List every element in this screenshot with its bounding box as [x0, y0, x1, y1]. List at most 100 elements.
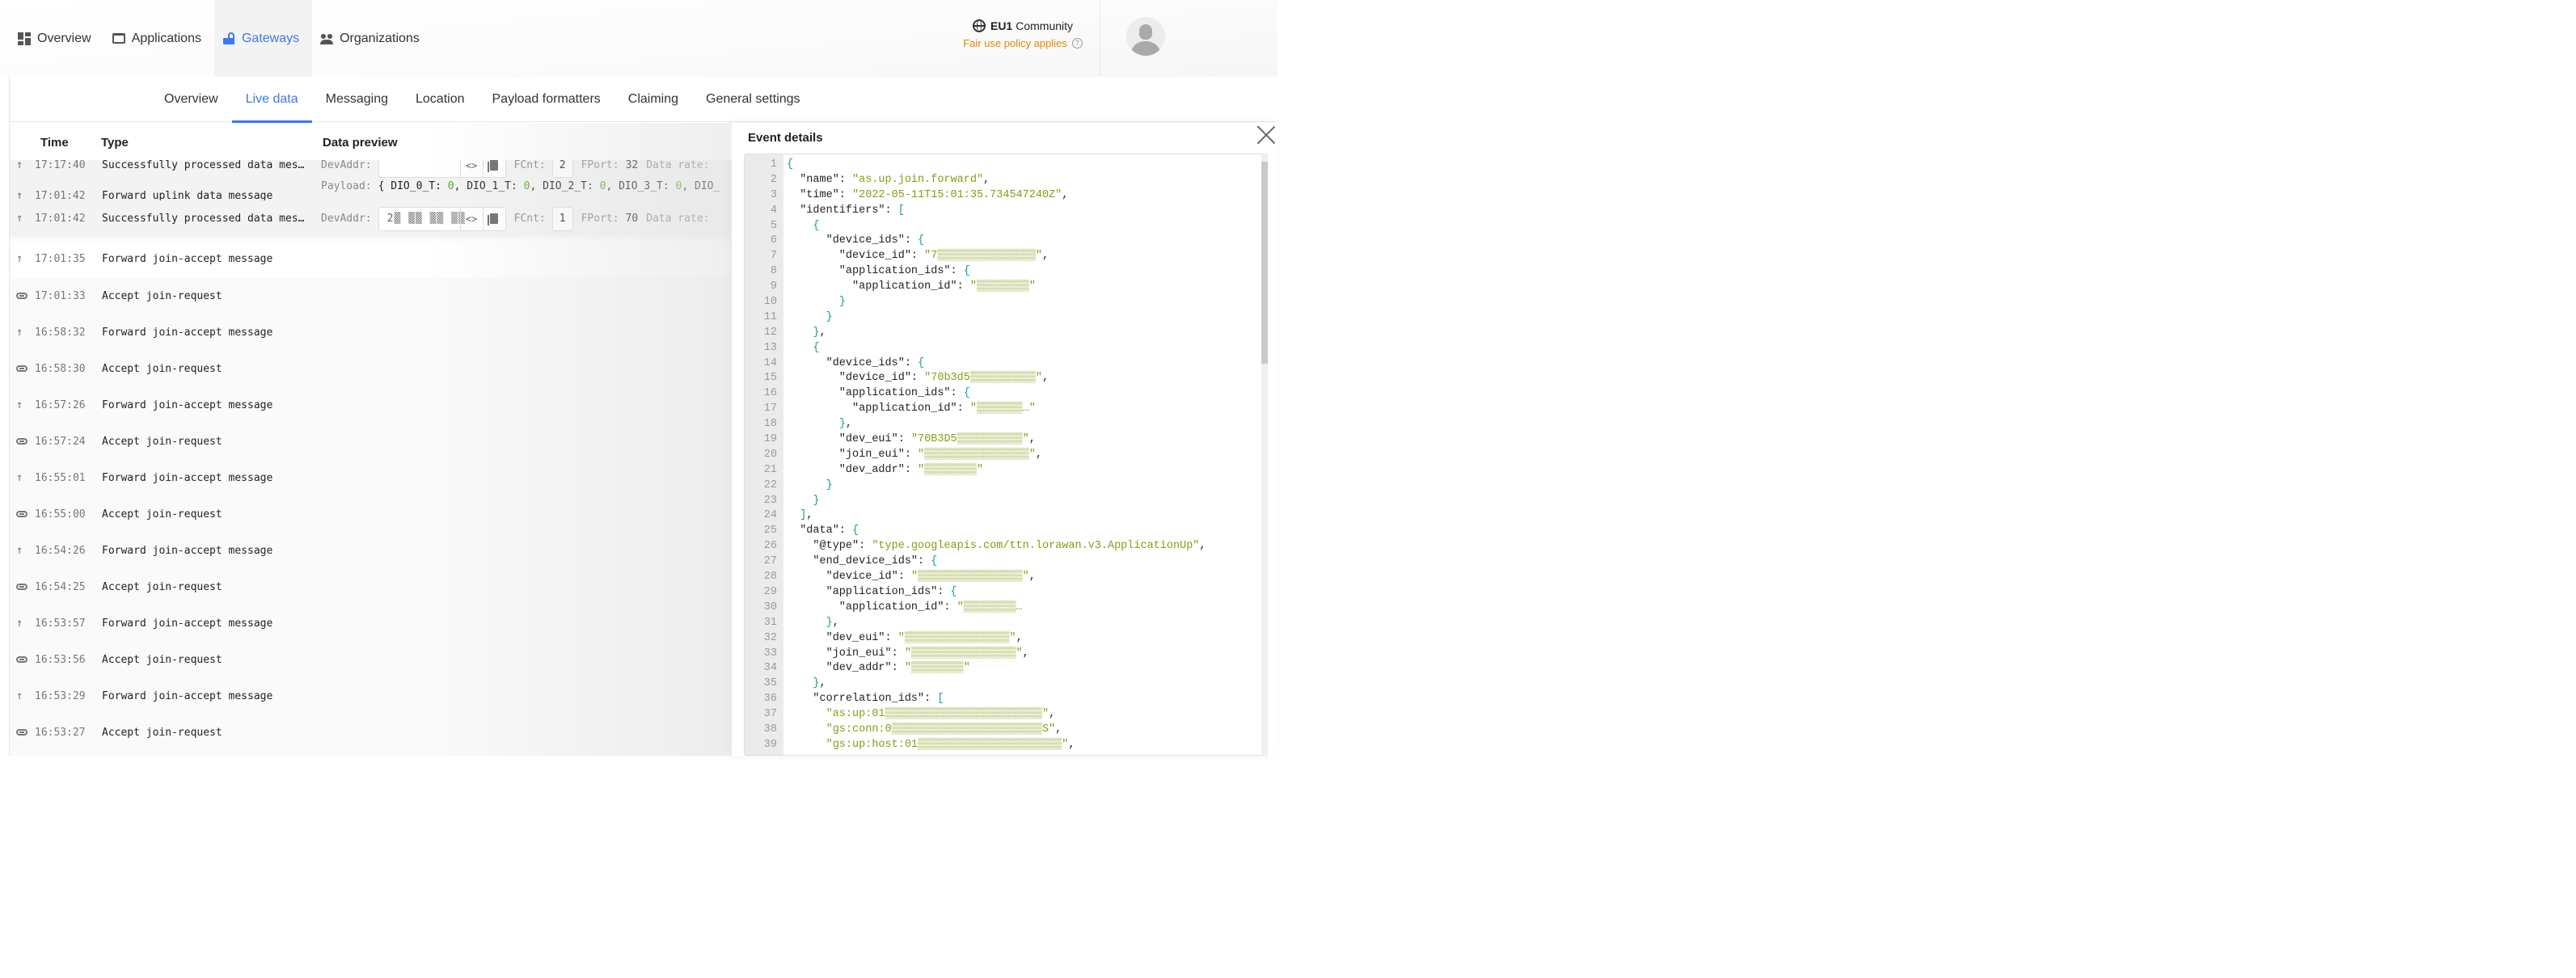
- event-type: Accept join-request: [102, 436, 222, 448]
- data-preview: DevAddr: 2▒ ▒▒ ▒▒ ▒▒ <> FCnt: 1 FPort: 70 Data …: [321, 200, 716, 237]
- payload-key: DIO_1_T: [467, 180, 512, 192]
- link-glyph: [16, 438, 27, 445]
- payload-value: 0: [523, 180, 530, 192]
- code-line: 29 "application_ids": {: [745, 585, 1262, 601]
- tab-messaging[interactable]: Messaging: [312, 77, 402, 122]
- nav-item-gateways[interactable]: Gateways: [213, 0, 313, 77]
- scrollbar-thumb[interactable]: [1261, 162, 1268, 364]
- code-line: 20 "join_eui": "▒▒▒▒▒▒▒▒▒▒▒▒▒▒▒▒",: [745, 448, 1262, 463]
- json-punct: ,: [1055, 723, 1062, 736]
- line-number: 24: [763, 509, 777, 522]
- line-number: 31: [763, 616, 777, 629]
- event-type: Forward join-accept message: [102, 690, 273, 702]
- dashboard-icon: [18, 32, 31, 45]
- line-number: 9: [770, 280, 777, 293]
- fair-use-link[interactable]: Fair use policy applies ?: [954, 37, 1092, 49]
- code-text: },: [787, 617, 839, 629]
- code-line: 1{: [745, 158, 1262, 173]
- copy-button[interactable]: [482, 207, 505, 230]
- json-punct: ,: [1035, 448, 1042, 461]
- uplink-arrow-icon: ↑: [16, 471, 23, 484]
- json-punct: ,: [806, 509, 813, 522]
- user-avatar-icon[interactable]: [1126, 17, 1165, 56]
- json-string: "type.googleapis.com/ttn.lorawan.v3.Appl…: [872, 540, 1200, 553]
- table-row[interactable]: 16:55:00 Accept join-request: [10, 496, 732, 533]
- event-type: Accept join-request: [102, 654, 222, 666]
- datarate-label: Data rate:: [646, 213, 710, 225]
- table-row[interactable]: ↑ 16:57:26 Forward join-accept message: [10, 387, 732, 424]
- json-string: "gs:up:host:01▒▒▒▒▒▒▒▒▒▒▒▒▒▒▒▒▒▒▒▒▒▒": [787, 738, 1069, 751]
- json-punct: [787, 479, 826, 491]
- event-type: Forward join-accept message: [102, 472, 273, 484]
- payload-open-brace: {: [378, 180, 385, 192]
- table-row[interactable]: 16:57:24 Accept join-request: [10, 424, 732, 460]
- uplink-arrow-icon: ↑: [16, 689, 23, 702]
- line-number: 23: [763, 494, 777, 507]
- json-key: "identifiers":: [787, 204, 898, 217]
- json-punct: [787, 311, 826, 323]
- devaddr-field: 2▒ ▒▒ ▒▒ ▒▒ <>: [378, 206, 506, 231]
- tab-live-data[interactable]: Live data: [231, 77, 312, 123]
- table-row[interactable]: 16:58:30 Accept join-request: [10, 351, 732, 387]
- code-text: ],: [787, 509, 813, 521]
- tab-general-settings[interactable]: General settings: [692, 77, 814, 122]
- close-icon[interactable]: [1256, 124, 1277, 145]
- table-row[interactable]: ↑ 16:58:32 Forward join-accept message: [10, 314, 732, 351]
- table-row[interactable]: 16:53:27 Accept join-request: [10, 715, 732, 751]
- nav-item-applications[interactable]: Applications: [104, 0, 214, 77]
- code-line: 7 "device_id": "7▒▒▒▒▒▒▒▒▒▒▒▒▒▒▒",: [745, 249, 1262, 264]
- tab-claiming[interactable]: Claiming: [614, 77, 692, 122]
- json-code-viewer[interactable]: 1{2 "name": "as.up.join.forward", 3 "time…: [744, 154, 1263, 756]
- json-key: "device_ids":: [787, 234, 918, 247]
- code-line: 34 "dev_addr": "▒▒▒▒▒▒▒▒": [745, 661, 1262, 677]
- table-row[interactable]: ↑ 17:01:35 Forward join-accept message: [10, 241, 732, 277]
- line-number: 22: [763, 478, 777, 491]
- tab-overview[interactable]: Overview: [150, 77, 232, 122]
- code-vertical-scrollbar[interactable]: [1261, 154, 1268, 756]
- code-line: 38 "gs:conn:0▒▒▒▒▒▒▒▒▒▒▒▒▒▒▒▒▒▒▒▒▒▒▒S",: [745, 723, 1262, 738]
- code-line: 24 ],: [745, 508, 1262, 524]
- code-text: }: [787, 311, 833, 323]
- nav-item-organizations[interactable]: Organizations: [312, 0, 433, 77]
- json-punct: [787, 418, 839, 430]
- link-glyph: [16, 365, 27, 372]
- code-text: "gs:up:host:01▒▒▒▒▒▒▒▒▒▒▒▒▒▒▒▒▒▒▒▒▒▒",: [787, 739, 1075, 751]
- code-text: "device_id": "7▒▒▒▒▒▒▒▒▒▒▒▒▒▒▒",: [787, 250, 1049, 262]
- event-time: 17:17:40: [35, 159, 86, 171]
- code-text: "gs:conn:0▒▒▒▒▒▒▒▒▒▒▒▒▒▒▒▒▒▒▒▒▒▒▒S",: [787, 723, 1062, 736]
- payload-key: DIO_0_T: [391, 180, 436, 192]
- uplink-arrow-icon: ↑: [16, 189, 23, 202]
- code-text: "application_ids": {: [787, 387, 970, 399]
- line-number: 25: [763, 525, 777, 537]
- table-row[interactable]: ↑ 16:55:01 Forward join-accept message: [10, 460, 732, 496]
- event-type: Forward join-accept message: [102, 618, 273, 630]
- table-row[interactable]: ↑ 17:01:42 Successfully processed data mes…: [10, 200, 732, 237]
- nav-item-overview[interactable]: Overview: [10, 0, 104, 77]
- event-type: Accept join-request: [102, 727, 222, 739]
- json-punct: ,: [1049, 708, 1056, 721]
- fcnt-value: 1: [551, 206, 573, 231]
- event-type: Accept join-request: [102, 508, 222, 521]
- code-line: 33 "join_eui": "▒▒▒▒▒▒▒▒▒▒▒▒▒▒▒▒",: [745, 647, 1262, 662]
- table-row[interactable]: 16:54:25 Accept join-request: [10, 569, 732, 605]
- table-row[interactable]: 16:53:56 Accept join-request: [10, 642, 732, 678]
- link-icon: [16, 727, 27, 738]
- json-bracket: {: [950, 585, 957, 598]
- table-row[interactable]: ↑ 16:54:26 Forward join-accept message: [10, 533, 732, 569]
- line-number: 11: [763, 310, 777, 323]
- column-header-time: Time: [40, 136, 69, 150]
- tab-location[interactable]: Location: [402, 77, 479, 122]
- tab-payload-formatters[interactable]: Payload formatters: [479, 77, 614, 122]
- table-row[interactable]: ↑ 16:53:29 Forward join-accept message: [10, 678, 732, 715]
- json-string: "70B3D5▒▒▒▒▒▒▒▒▒▒": [910, 433, 1029, 446]
- table-row[interactable]: ↑ 16:53:57 Forward join-accept message: [10, 605, 732, 642]
- code-line: 23 }: [745, 494, 1262, 509]
- table-row[interactable]: 17:01:33 Accept join-request: [10, 278, 732, 314]
- payload-preview: Payload:{ DIO_0_T: 0, DIO_1_T: 0, DIO_2_…: [321, 180, 720, 192]
- line-number: 30: [763, 601, 777, 613]
- toggle-format-icon[interactable]: <>: [459, 207, 483, 230]
- code-text: "data": {: [787, 525, 859, 537]
- event-time: 16:58:30: [35, 363, 86, 375]
- code-line: 27 "end_device_ids": {: [745, 554, 1262, 570]
- link-icon: [16, 436, 27, 447]
